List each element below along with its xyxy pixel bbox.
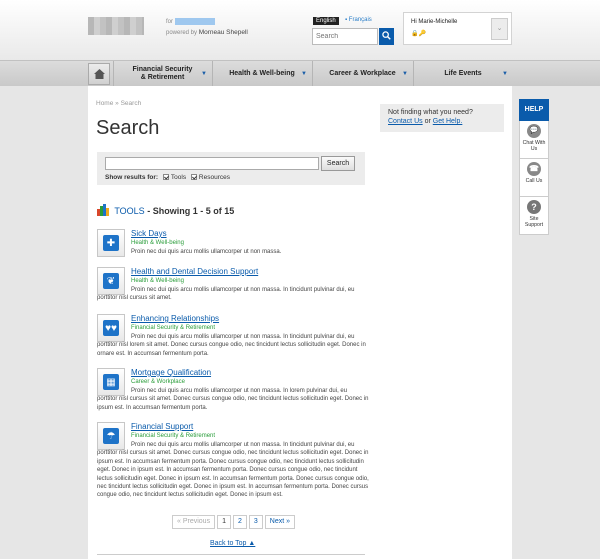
main-nav: Financial Security & Retirement ▼ Health …: [0, 60, 600, 87]
pager-page-1[interactable]: 1: [217, 515, 231, 529]
search-input[interactable]: [105, 157, 319, 170]
result-category: Health & Well-being: [131, 278, 184, 284]
site-support-button[interactable]: ? Site Support: [519, 197, 549, 235]
caret-down-icon: ▼: [301, 71, 307, 77]
result-category: Career & Workplace: [131, 379, 185, 385]
result-description: Proin nec dui quis arcu mollis ullamcorp…: [97, 287, 355, 302]
result-title[interactable]: Sick Days: [131, 229, 167, 238]
phone-icon: ☎: [527, 162, 541, 176]
tools-checkbox[interactable]: [162, 174, 169, 181]
pager-previous: « Previous: [172, 515, 216, 529]
user-panel: Hi Marie-Michelle 🔒🔑 ⌄: [403, 12, 512, 45]
search-panel: Search Show results for: Tools Resources: [97, 152, 365, 185]
page-title: Search: [96, 117, 160, 139]
nav-item-financial-security[interactable]: Financial Security & Retirement ▼: [113, 61, 211, 87]
home-icon: [94, 69, 105, 79]
result-category: Health & Well-being: [131, 240, 184, 246]
breadcrumb-home[interactable]: Home: [96, 100, 113, 107]
chat-bubble-icon: 💬: [527, 124, 541, 138]
nav-item-health[interactable]: Health & Well-being ▼: [212, 61, 311, 87]
breadcrumb: Home » Search: [96, 100, 142, 107]
for-label: for: [166, 18, 215, 25]
result-category: Financial Security & Retirement: [131, 325, 216, 331]
help-prompt: Not finding what you need? Contact Us or…: [380, 104, 504, 132]
user-tools[interactable]: 🔒🔑: [411, 30, 426, 37]
key-icon: 🔑: [418, 31, 426, 37]
result-title[interactable]: Health and Dental Decision Support: [131, 267, 258, 276]
caret-down-icon: ▼: [502, 71, 508, 77]
caret-down-icon: ▼: [402, 71, 408, 77]
result-filter: Show results for: Tools Resources: [105, 174, 230, 181]
caret-down-icon: ▼: [201, 71, 207, 77]
main-content: Home » Search Search Search Show results…: [88, 86, 512, 559]
search-icon: [382, 31, 391, 40]
pager-page-2[interactable]: 2: [232, 515, 247, 529]
divider: [97, 554, 365, 555]
user-greeting: Hi Marie-Michelle: [411, 19, 458, 25]
home-button[interactable]: [88, 63, 110, 85]
breadcrumb-current: Search: [120, 100, 142, 107]
result-description: Proin nec dui quis arcu mollis ullamcorp…: [97, 334, 366, 357]
help-tab[interactable]: HELP: [519, 99, 549, 121]
result-title[interactable]: Financial Support: [131, 422, 193, 431]
language-english[interactable]: English: [313, 17, 339, 25]
result-title[interactable]: Mortgage Qualification: [131, 368, 211, 377]
call-us-button[interactable]: ☎ Call Us: [519, 159, 549, 197]
powered-by: powered by Morneau Shepell: [166, 29, 248, 36]
result-description: Proin nec dui quis arcu mollis ullamcorp…: [97, 442, 369, 499]
contact-us-link[interactable]: Contact Us: [388, 118, 423, 125]
back-to-top-link[interactable]: Back to Top ▲: [210, 540, 255, 547]
language-french[interactable]: ▪ Français: [345, 17, 372, 23]
client-logo[interactable]: [88, 17, 144, 35]
question-mark-icon: ?: [527, 200, 541, 214]
brand-name: Morneau Shepell: [198, 29, 248, 36]
resources-checkbox[interactable]: [190, 174, 197, 181]
pager-next[interactable]: Next »: [264, 515, 296, 529]
search-button[interactable]: Search: [321, 156, 355, 171]
chat-with-us-button[interactable]: 💬 Chat With Us: [519, 121, 549, 159]
pager-page-3[interactable]: 3: [248, 515, 263, 529]
result-category: Financial Security & Retirement: [131, 433, 216, 439]
chevron-down-icon[interactable]: ⌄: [491, 18, 508, 40]
result-title[interactable]: Enhancing Relationships: [131, 314, 219, 323]
result-description: Proin nec dui quis arcu mollis ullamcorp…: [97, 388, 369, 411]
tools-header: TOOLS - Showing 1 - 5 of 15: [97, 204, 234, 216]
nav-item-life-events[interactable]: Life Events ▼: [413, 61, 512, 87]
header-search-button[interactable]: [379, 28, 394, 45]
nav-item-career[interactable]: Career & Workplace ▼: [312, 61, 412, 87]
bar-chart-icon: [97, 204, 109, 216]
get-help-link[interactable]: Get Help.: [433, 118, 463, 125]
site-header: for powered by Morneau Shepell English ▪…: [0, 0, 600, 60]
help-rail: HELP 💬 Chat With Us ☎ Call Us ? Site Sup…: [519, 99, 549, 235]
result-description: Proin nec dui quis arcu mollis ullamcorp…: [131, 249, 282, 255]
header-search-input[interactable]: [312, 28, 378, 45]
pagination: « Previous 1 2 3 Next »: [172, 515, 297, 529]
